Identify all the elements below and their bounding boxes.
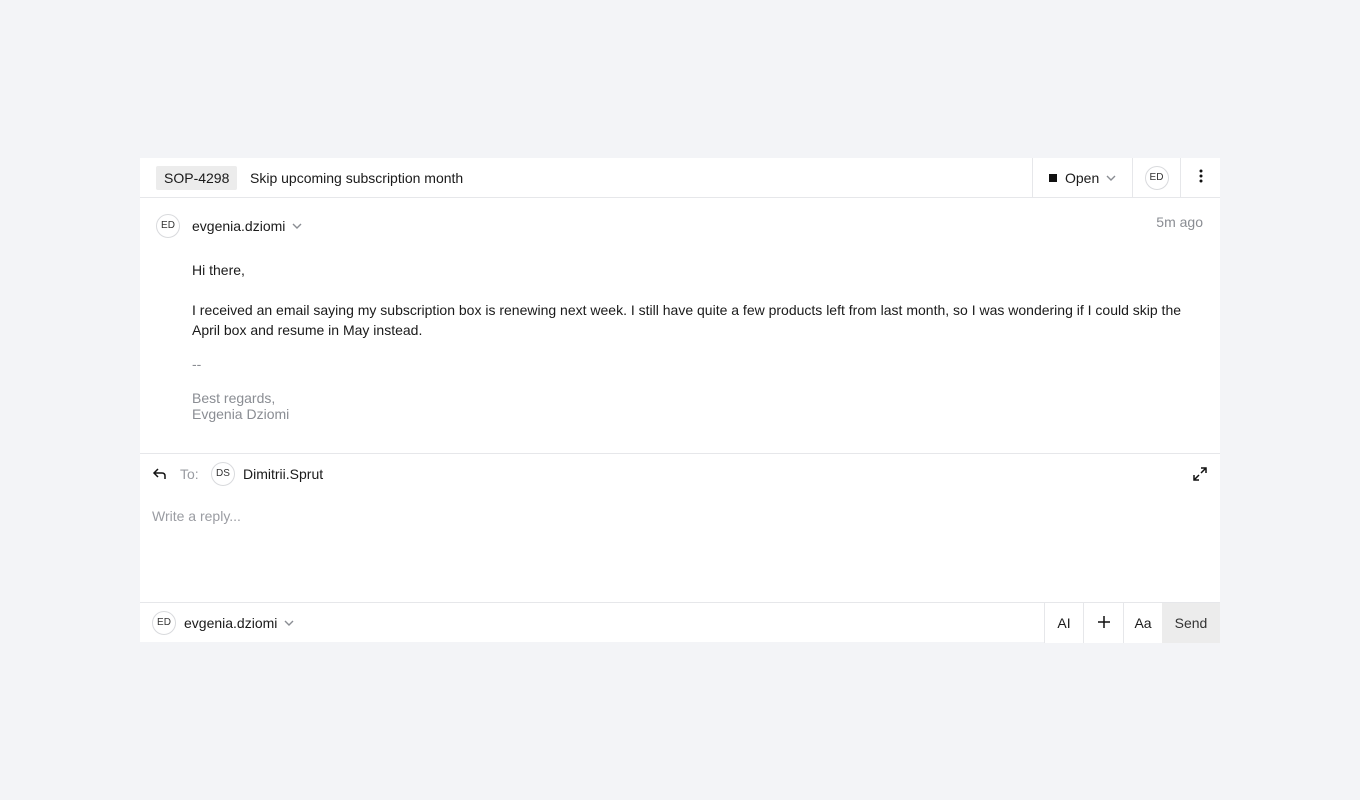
reply-input[interactable] bbox=[152, 506, 1208, 590]
signature-separator: -- bbox=[192, 356, 202, 372]
sender-avatar: ED bbox=[156, 214, 180, 238]
send-button[interactable]: Send bbox=[1162, 603, 1220, 643]
expand-icon[interactable] bbox=[1192, 466, 1208, 482]
signature-line: Best regards, bbox=[192, 390, 276, 406]
ticket-panel: SOP-4298 Skip upcoming subscription mont… bbox=[140, 158, 1220, 643]
status-dropdown[interactable]: Open bbox=[1032, 158, 1132, 198]
signature: Best regards, Evgenia Dziomi bbox=[192, 390, 1202, 422]
chevron-down-icon bbox=[291, 220, 303, 232]
format-button[interactable]: Aa bbox=[1123, 603, 1162, 643]
assignee-button[interactable]: ED bbox=[1132, 158, 1180, 198]
ai-button[interactable]: AI bbox=[1044, 603, 1083, 643]
chevron-down-icon bbox=[1105, 172, 1117, 184]
sender-dropdown[interactable]: evgenia.dziomi bbox=[192, 216, 303, 236]
from-dropdown[interactable]: evgenia.dziomi bbox=[184, 613, 295, 633]
message: ED evgenia.dziomi 5m ago Hi there, I rec… bbox=[140, 198, 1220, 454]
status-indicator bbox=[1049, 174, 1057, 182]
to-label: To: bbox=[180, 466, 199, 482]
message-greeting: Hi there, bbox=[192, 262, 245, 278]
ticket-header: SOP-4298 Skip upcoming subscription mont… bbox=[140, 158, 1220, 198]
plus-icon bbox=[1097, 615, 1111, 632]
more-options-button[interactable] bbox=[1180, 158, 1220, 198]
message-paragraph: I received an email saying my subscripti… bbox=[192, 302, 1182, 338]
sender-name: evgenia.dziomi bbox=[192, 218, 286, 234]
reply-composer: To: DS Dimitrii.Sprut bbox=[140, 454, 1220, 602]
from-avatar: ED bbox=[152, 611, 176, 635]
more-vertical-icon bbox=[1193, 168, 1209, 189]
add-button[interactable] bbox=[1083, 603, 1123, 643]
assignee-avatar: ED bbox=[1144, 166, 1169, 190]
reply-arrow-icon[interactable] bbox=[152, 466, 168, 482]
recipient-avatar: DS bbox=[211, 462, 235, 486]
composer-footer: ED evgenia.dziomi AI Aa Send bbox=[140, 602, 1220, 643]
ticket-title: Skip upcoming subscription month bbox=[250, 170, 464, 186]
signature-line: Evgenia Dziomi bbox=[192, 406, 290, 422]
recipient-name[interactable]: Dimitrii.Sprut bbox=[243, 464, 323, 484]
ticket-id: SOP-4298 bbox=[156, 166, 238, 190]
message-timestamp: 5m ago bbox=[1156, 214, 1203, 230]
chevron-down-icon bbox=[283, 617, 295, 629]
status-label: Open bbox=[1065, 170, 1100, 186]
from-name: evgenia.dziomi bbox=[184, 615, 278, 631]
message-body: Hi there, I received an email saying my … bbox=[192, 260, 1202, 422]
